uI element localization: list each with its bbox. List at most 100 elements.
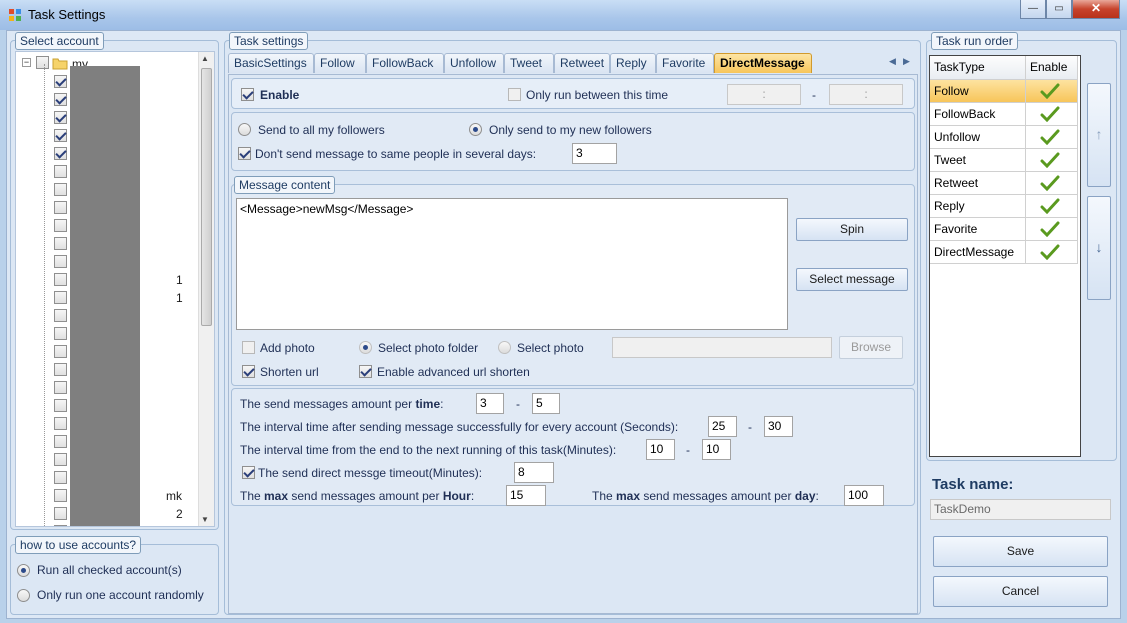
account-checkbox[interactable]	[54, 219, 67, 232]
account-checkbox[interactable]	[54, 255, 67, 268]
account-checkbox[interactable]	[54, 147, 67, 160]
add-photo-checkbox[interactable]	[242, 341, 255, 354]
timeout-label[interactable]: The send direct messge timeout(Minutes):	[258, 466, 482, 480]
task-order-row-followback[interactable]: FollowBack	[930, 103, 1026, 126]
interval-account-min-input[interactable]: 25	[708, 416, 737, 437]
root-checkbox[interactable]	[36, 56, 49, 69]
send-new-radio[interactable]	[469, 123, 482, 136]
select-photo-radio[interactable]	[498, 341, 511, 354]
scroll-down-icon[interactable]: ▼	[201, 515, 209, 524]
browse-button[interactable]: Browse	[839, 336, 903, 359]
advanced-url-label[interactable]: Enable advanced url shorten	[377, 365, 530, 379]
account-checkbox[interactable]	[54, 111, 67, 124]
scroll-thumb[interactable]	[201, 68, 212, 326]
amount-per-time-max-input[interactable]: 5	[532, 393, 560, 414]
account-checkbox[interactable]	[54, 93, 67, 106]
tab-basicsettings[interactable]: BasicSettings	[228, 53, 314, 73]
task-order-enable-cell[interactable]	[1026, 103, 1078, 126]
close-button[interactable]: ✕	[1072, 0, 1120, 19]
account-checkbox[interactable]	[54, 399, 67, 412]
tab-favorite[interactable]: Favorite	[656, 53, 714, 73]
run-all-label[interactable]: Run all checked account(s)	[37, 563, 182, 577]
select-photo-folder-radio[interactable]	[359, 341, 372, 354]
timeout-input[interactable]: 8	[514, 462, 554, 483]
only-run-between-label[interactable]: Only run between this time	[526, 88, 668, 102]
task-order-enable-cell[interactable]	[1026, 80, 1078, 103]
run-all-radio[interactable]	[17, 564, 30, 577]
account-checkbox[interactable]	[54, 435, 67, 448]
tab-follow[interactable]: Follow	[314, 53, 366, 73]
shorten-url-label[interactable]: Shorten url	[260, 365, 319, 379]
select-photo-label[interactable]: Select photo	[517, 341, 584, 355]
task-order-row-tweet[interactable]: Tweet	[930, 149, 1026, 172]
max-hour-input[interactable]: 15	[506, 485, 546, 506]
enable-checkbox[interactable]	[241, 88, 254, 101]
cancel-button[interactable]: Cancel	[933, 576, 1108, 607]
task-order-table[interactable]: TaskType Enable Follow FollowBack Unfollow…	[929, 55, 1081, 457]
col-enable-header[interactable]: Enable	[1026, 56, 1078, 80]
dont-send-checkbox[interactable]	[238, 147, 251, 160]
account-checkbox[interactable]	[54, 525, 67, 526]
account-checkbox[interactable]	[54, 381, 67, 394]
task-order-row-directmessage[interactable]: DirectMessage	[930, 241, 1026, 264]
account-checkbox[interactable]	[54, 273, 67, 286]
account-checkbox[interactable]	[54, 345, 67, 358]
time-to-input[interactable]: :	[829, 84, 903, 105]
shorten-url-checkbox[interactable]	[242, 365, 255, 378]
task-order-enable-cell[interactable]	[1026, 195, 1078, 218]
account-checkbox[interactable]	[54, 489, 67, 502]
task-order-enable-cell[interactable]	[1026, 218, 1078, 241]
only-run-between-checkbox[interactable]	[508, 88, 521, 101]
move-down-button[interactable]: ↓	[1087, 196, 1111, 300]
col-tasktype-header[interactable]: TaskType	[930, 56, 1026, 80]
time-from-input[interactable]: :	[727, 84, 801, 105]
account-checkbox[interactable]	[54, 291, 67, 304]
task-order-row-reply[interactable]: Reply	[930, 195, 1026, 218]
task-order-row-follow[interactable]: Follow	[930, 80, 1026, 103]
add-photo-label[interactable]: Add photo	[260, 341, 315, 355]
account-checkbox[interactable]	[54, 183, 67, 196]
task-order-enable-cell[interactable]	[1026, 126, 1078, 149]
account-checkbox[interactable]	[54, 453, 67, 466]
account-checkbox[interactable]	[54, 201, 67, 214]
tab-directmessage[interactable]: DirectMessage	[714, 53, 812, 73]
task-order-enable-cell[interactable]	[1026, 241, 1078, 264]
run-random-radio[interactable]	[17, 589, 30, 602]
task-order-row-favorite[interactable]: Favorite	[930, 218, 1026, 241]
interval-task-max-input[interactable]: 10	[702, 439, 731, 460]
max-day-input[interactable]: 100	[844, 485, 884, 506]
send-all-label[interactable]: Send to all my followers	[258, 123, 385, 137]
tab-tweet[interactable]: Tweet	[504, 53, 554, 73]
tab-unfollow[interactable]: Unfollow	[444, 53, 504, 73]
message-textarea[interactable]: <Message>newMsg</Message>	[236, 198, 788, 330]
photo-path-input[interactable]	[612, 337, 832, 358]
minimize-button[interactable]: —	[1020, 0, 1046, 19]
timeout-checkbox[interactable]	[242, 466, 255, 479]
dont-send-label[interactable]: Don't send message to same people in sev…	[255, 147, 536, 161]
tab-followback[interactable]: FollowBack	[366, 53, 444, 73]
tree-scrollbar[interactable]: ▲ ▼	[198, 52, 214, 526]
select-message-button[interactable]: Select message	[796, 268, 908, 291]
interval-account-max-input[interactable]: 30	[764, 416, 793, 437]
amount-per-time-min-input[interactable]: 3	[476, 393, 504, 414]
run-random-label[interactable]: Only run one account randomly	[37, 588, 204, 602]
interval-task-min-input[interactable]: 10	[646, 439, 675, 460]
task-order-row-retweet[interactable]: Retweet	[930, 172, 1026, 195]
move-up-button[interactable]: ↑	[1087, 83, 1111, 187]
account-checkbox[interactable]	[54, 417, 67, 430]
save-button[interactable]: Save	[933, 536, 1108, 567]
account-checkbox[interactable]	[54, 363, 67, 376]
account-checkbox[interactable]	[54, 237, 67, 250]
account-checkbox[interactable]	[54, 129, 67, 142]
task-order-row-unfollow[interactable]: Unfollow	[930, 126, 1026, 149]
enable-label[interactable]: Enable	[260, 88, 299, 102]
tab-prev-icon[interactable]: ◀	[889, 56, 896, 67]
account-checkbox[interactable]	[54, 471, 67, 484]
account-checkbox[interactable]	[54, 309, 67, 322]
task-name-input[interactable]: TaskDemo	[930, 499, 1111, 520]
account-checkbox[interactable]	[54, 507, 67, 520]
tab-reply[interactable]: Reply	[610, 53, 656, 73]
account-tree[interactable]: − my sMczzzcZFECT1M12191233388SmkE2E1 ▲ …	[15, 51, 215, 527]
tab-retweet[interactable]: Retweet	[554, 53, 610, 73]
send-new-label[interactable]: Only send to my new followers	[489, 123, 652, 137]
